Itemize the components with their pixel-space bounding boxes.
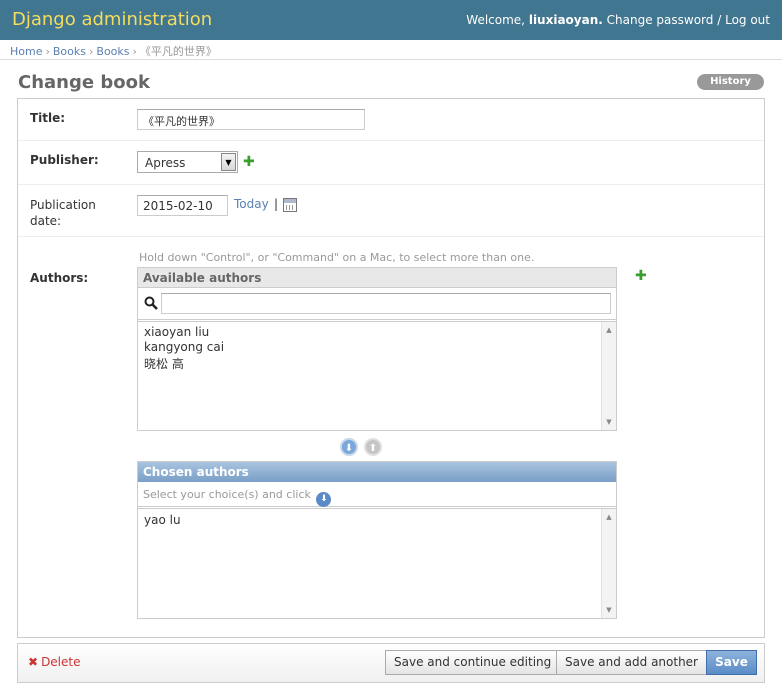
calendar-icon[interactable] [283, 198, 297, 212]
breadcrumb-home[interactable]: Home [10, 45, 42, 58]
welcome-text: Welcome, [466, 13, 525, 27]
form-row-pubdate: Publication date: 2015-02-10 [18, 185, 764, 237]
page-title: Change book [18, 72, 150, 93]
breadcrumb-separator: › [89, 45, 94, 58]
submit-row: ✖ Delete Save and continue editing Save a… [17, 643, 765, 683]
remove-arrow-icon[interactable]: ⬆ [364, 438, 382, 456]
arrow-down-icon: ⬇ [316, 492, 332, 507]
save-button[interactable]: Save [706, 650, 757, 675]
breadcrumb-app[interactable]: Books [53, 45, 86, 58]
chevron-down-icon[interactable]: ▼ [221, 153, 236, 171]
breadcrumb-model[interactable]: Books [96, 45, 129, 58]
chosen-authors-header: Chosen authors [138, 462, 616, 482]
scroll-down-icon[interactable]: ▼ [602, 416, 616, 428]
available-filter-input[interactable] [161, 293, 611, 314]
add-author-icon[interactable]: ✚ [635, 269, 647, 283]
chosen-authors-list[interactable]: yao lu ▲ ▼ [138, 508, 616, 618]
scroll-down-icon[interactable]: ▼ [602, 604, 616, 616]
list-item[interactable]: 晓松 高 [144, 355, 184, 372]
title-input[interactable]: 《平凡的世界》 [137, 109, 365, 130]
authors-label: Authors: [30, 271, 89, 285]
book-form: Title: 《平凡的世界》 Publisher: Apress ▼ ✚ Pub… [17, 98, 765, 638]
choose-arrow-icon[interactable]: ⬇ [340, 438, 358, 456]
publisher-selected-value: Apress [145, 156, 186, 170]
breadcrumb-current: 《平凡的世界》 [139, 45, 217, 58]
available-authors-header: Available authors [138, 268, 616, 288]
pubdate-label: Publication date: [30, 198, 96, 228]
change-password-link[interactable]: Change password [607, 13, 714, 27]
form-row-publisher: Publisher: [18, 141, 764, 185]
chosen-help-label: Select your choice(s) and click [143, 488, 311, 501]
user-tools-separator: / [717, 13, 722, 27]
scroll-up-icon[interactable]: ▲ [602, 324, 616, 336]
history-button[interactable]: History [697, 74, 764, 90]
chosen-list-scrollbar[interactable]: ▲ ▼ [601, 509, 616, 618]
breadcrumb: Home › Books › Books › 《平凡的世界》 [0, 40, 782, 60]
logout-link[interactable]: Log out [725, 13, 770, 27]
form-row-title: Title: 《平凡的世界》 [18, 99, 764, 141]
publisher-label: Publisher: [30, 153, 99, 167]
site-branding: Django administration [12, 9, 213, 30]
breadcrumb-separator: › [45, 45, 50, 58]
available-authors-box: Available authors xiaoyan liu kangyong c… [137, 267, 617, 431]
chosen-authors-box: Chosen authors Select your choice(s) and… [137, 461, 617, 619]
today-link[interactable]: Today [234, 197, 269, 211]
list-item[interactable]: yao lu [144, 513, 181, 527]
add-publisher-icon[interactable]: ✚ [243, 155, 255, 169]
available-authors-list[interactable]: xiaoyan liu kangyong cai 晓松 高 ▲ ▼ [138, 321, 616, 430]
list-item[interactable]: kangyong cai [144, 340, 224, 354]
username: liuxiaoyan. [528, 13, 603, 27]
delete-x-icon: ✖ [28, 655, 39, 669]
publisher-select[interactable]: Apress ▼ [137, 151, 238, 173]
search-icon [144, 296, 158, 310]
breadcrumb-separator: › [132, 45, 137, 58]
user-tools: Welcome, liuxiaoyan. Change password / L… [466, 13, 770, 27]
pubdate-input[interactable]: 2015-02-10 [137, 195, 228, 216]
save-continue-button[interactable]: Save and continue editing [385, 650, 561, 675]
delete-link[interactable]: ✖ Delete [28, 655, 81, 669]
authors-help-text: Hold down "Control", or "Command" on a M… [139, 251, 535, 264]
date-shortcut-separator: | [274, 197, 279, 211]
save-add-another-button[interactable]: Save and add another [556, 650, 707, 675]
available-list-scrollbar[interactable]: ▲ ▼ [601, 322, 616, 430]
header-bar: Django administration Welcome, liuxiaoya… [0, 0, 782, 40]
list-item[interactable]: xiaoyan liu [144, 325, 209, 339]
chosen-help-text: Select your choice(s) and click ⬇ [138, 483, 616, 507]
scroll-up-icon[interactable]: ▲ [602, 511, 616, 523]
available-filter-row [138, 289, 616, 320]
title-label: Title: [30, 111, 66, 125]
delete-label: Delete [41, 655, 81, 669]
